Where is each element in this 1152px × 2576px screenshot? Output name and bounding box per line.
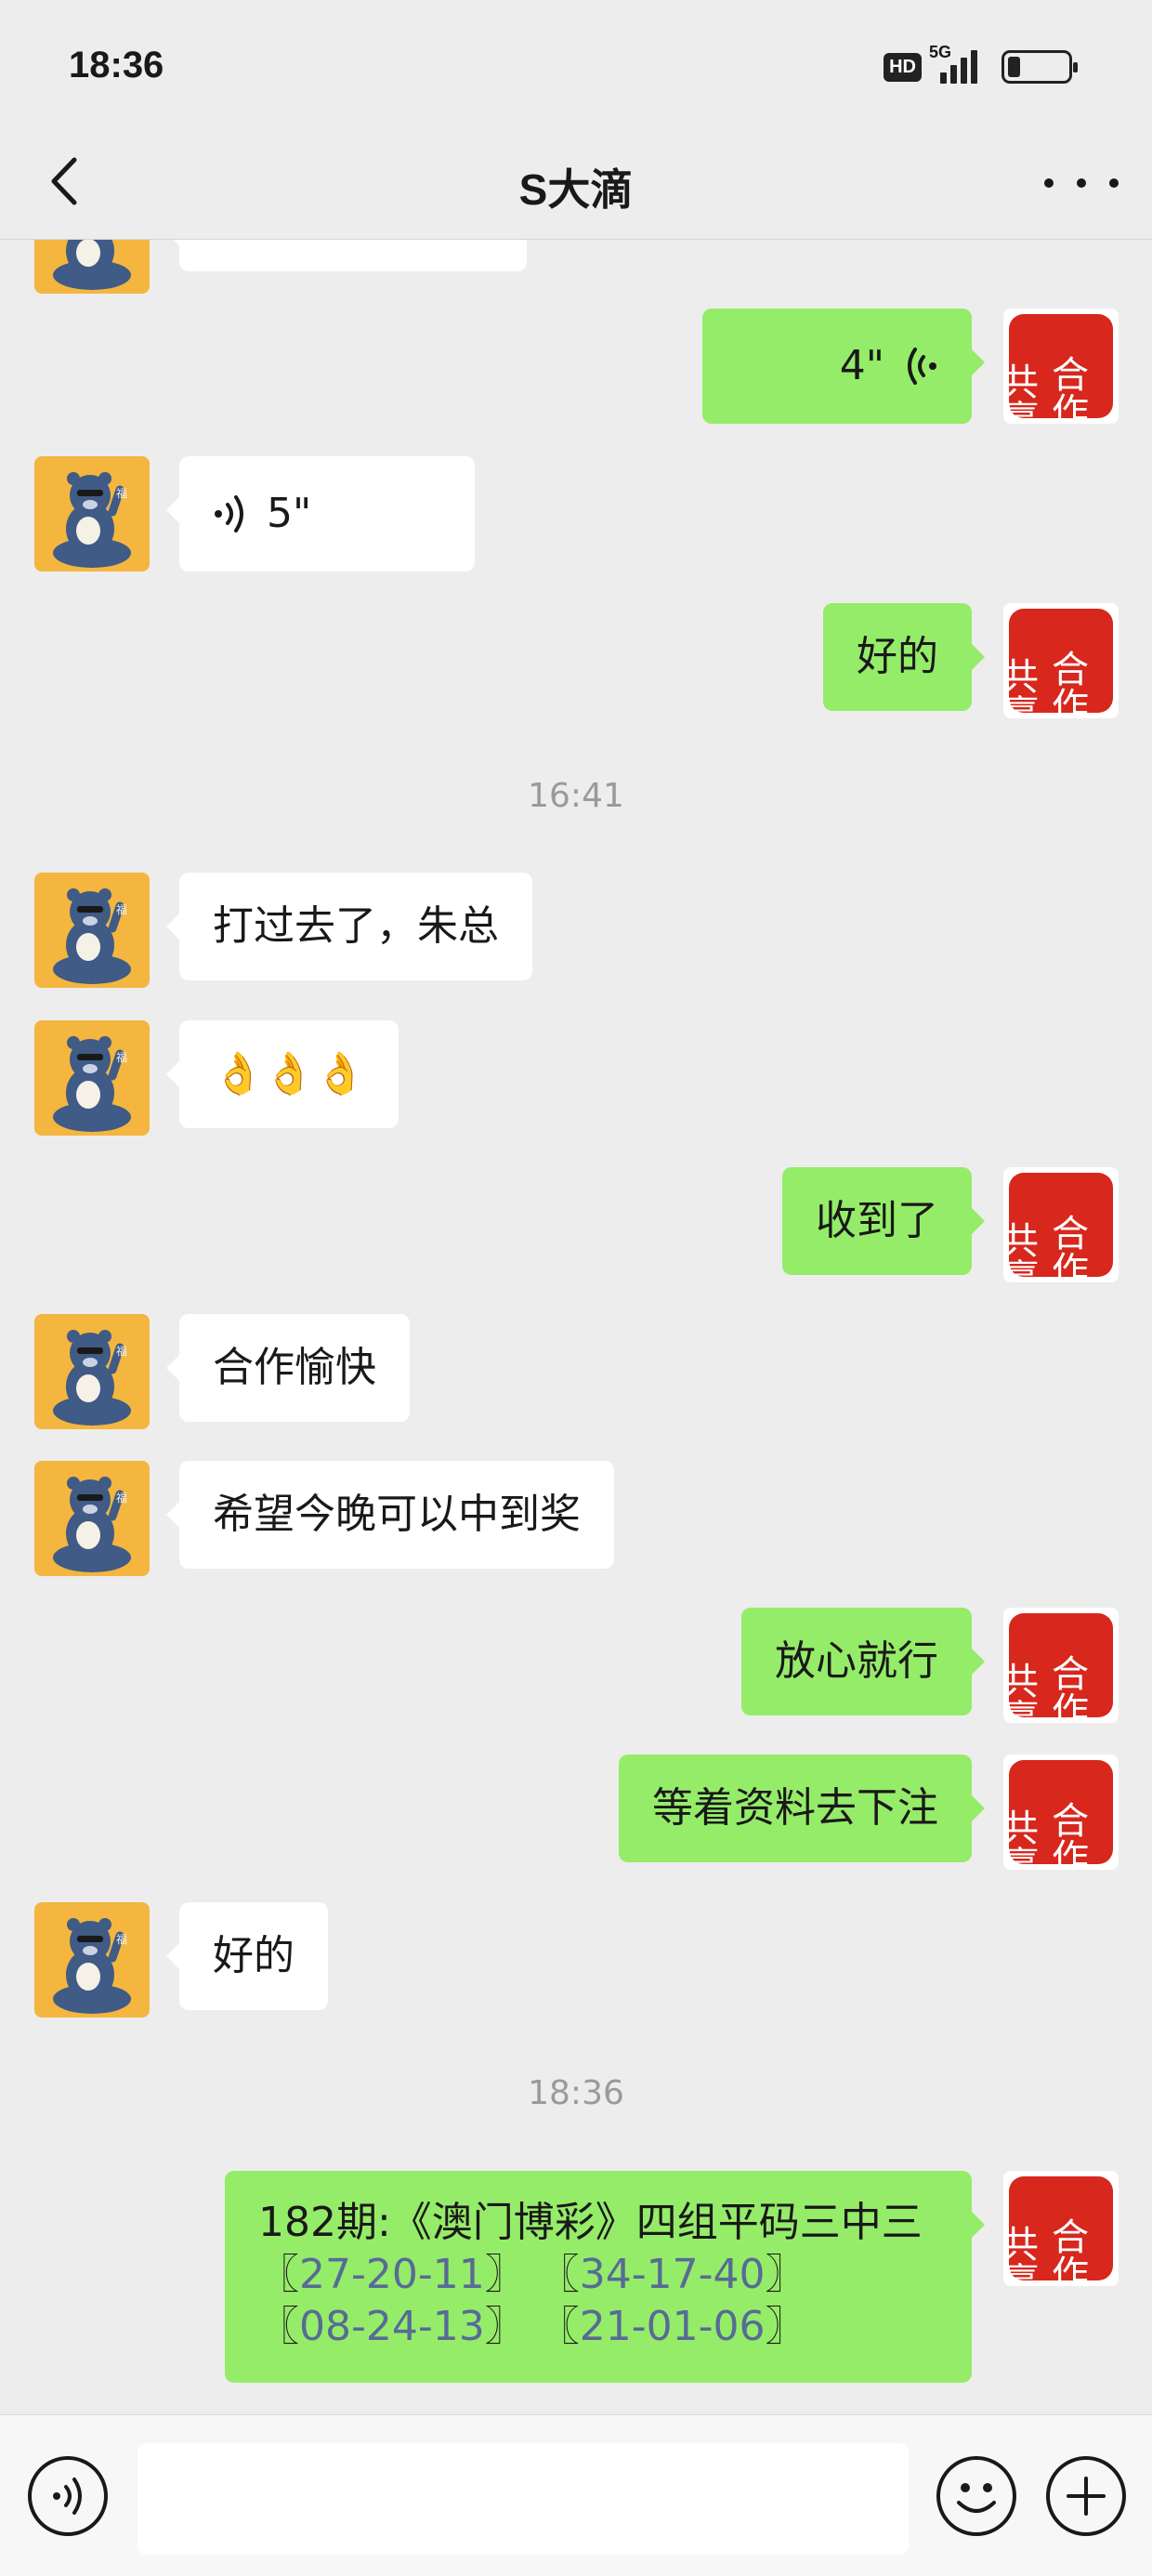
bear-avatar-image: 福: [34, 240, 150, 294]
seal-avatar-image: 共赢 合作: [1003, 2171, 1119, 2286]
self-avatar[interactable]: 共赢 合作: [1003, 309, 1119, 424]
svg-text:福: 福: [116, 1050, 127, 1064]
contact-avatar[interactable]: 福: [34, 240, 150, 294]
svg-text:共赢: 共赢: [1003, 1808, 1038, 1870]
voice-wave-icon: [908, 348, 936, 385]
input-bar: [0, 2414, 1152, 2576]
bear-avatar-image: 福: [34, 1020, 150, 1136]
contact-avatar[interactable]: 福: [34, 1020, 150, 1136]
svg-text:共赢: 共赢: [1003, 657, 1038, 718]
emoji-button[interactable]: [936, 2456, 1016, 2536]
voice-wave-icon: [215, 495, 243, 532]
status-icons: HD 5G: [884, 43, 1078, 87]
text-message-bubble[interactable]: 等着资料去下注: [619, 1755, 985, 1862]
bear-avatar-image: 福: [34, 456, 150, 572]
bear-avatar-image: 福: [34, 1902, 150, 2017]
number-group-link[interactable]: 21-01-06: [580, 2303, 766, 2350]
message-bubble-partial[interactable]: [166, 240, 527, 271]
plus-button[interactable]: [1046, 2456, 1126, 2536]
text-message-bubble[interactable]: 合作愉快: [166, 1314, 410, 1422]
svg-text:福: 福: [116, 486, 127, 500]
svg-text:合作: 合作: [1045, 2217, 1088, 2286]
seal-avatar-image: 共赢 合作: [1003, 603, 1119, 718]
number-group-link[interactable]: 27-20-11: [299, 2251, 485, 2298]
contact-avatar[interactable]: 福: [34, 1902, 150, 2017]
network-label: 5G: [929, 43, 952, 61]
voice-message-bubble[interactable]: 5": [166, 456, 475, 572]
battery-level: [1008, 57, 1020, 77]
seal-avatar-image: 共赢 合作: [1003, 1167, 1119, 1282]
self-avatar[interactable]: 共赢 合作: [1003, 2171, 1119, 2286]
svg-text:福: 福: [116, 1344, 127, 1358]
seal-avatar-image: 共赢 合作: [1003, 1608, 1119, 1723]
voice-duration: 4": [839, 342, 884, 389]
svg-text:合作: 合作: [1045, 1214, 1088, 1282]
svg-text:合作: 合作: [1045, 1654, 1088, 1723]
message-line: 182期:《澳门博彩》四组平码三中三: [258, 2199, 923, 2246]
status-time: 18:36: [69, 45, 164, 85]
battery-icon: [1001, 50, 1078, 84]
more-button[interactable]: [1044, 160, 1119, 206]
self-avatar[interactable]: 共赢 合作: [1003, 1755, 1119, 1870]
number-group-link[interactable]: 08-24-13: [299, 2303, 485, 2350]
bear-avatar-image: 福: [34, 1314, 150, 1429]
svg-text:共赢: 共赢: [1003, 2225, 1038, 2286]
self-avatar[interactable]: 共赢 合作: [1003, 1608, 1119, 1723]
smile-face-icon: [957, 2483, 996, 2513]
self-avatar[interactable]: 共赢 合作: [1003, 1167, 1119, 1282]
svg-text:福: 福: [116, 902, 127, 916]
svg-text:福: 福: [116, 1491, 127, 1505]
message-input[interactable]: [137, 2443, 909, 2555]
self-avatar[interactable]: 共赢 合作: [1003, 603, 1119, 718]
contact-avatar[interactable]: 福: [34, 1314, 150, 1429]
timestamp: 18:36: [528, 2074, 624, 2112]
signal-icon: 5G: [929, 43, 977, 84]
message-list[interactable]: 福 4" 共赢 合作 福: [0, 240, 1152, 2414]
text-message-bubble[interactable]: 182期:《澳门博彩》四组平码三中三 〖27-20-11〗 〖34-17-40〗…: [225, 2171, 985, 2383]
bear-avatar-image: 福: [34, 1461, 150, 1576]
contact-avatar[interactable]: 福: [34, 456, 150, 572]
svg-text:共赢: 共赢: [1003, 362, 1038, 424]
plus-circle-icon: [1067, 2477, 1106, 2516]
contact-avatar[interactable]: 福: [34, 1461, 150, 1576]
voice-duration: 5": [267, 490, 312, 537]
voice-message-bubble[interactable]: 4": [702, 309, 985, 424]
text-message-bubble[interactable]: 放心就行: [741, 1608, 985, 1715]
message-line: 〖08-24-13〗 〖21-01-06〗: [258, 2303, 806, 2350]
voice-wave-icon: [53, 2477, 82, 2515]
status-bar: 18:36 HD 5G: [0, 0, 1152, 130]
text-message-bubble[interactable]: 收到了: [782, 1167, 985, 1275]
svg-text:福: 福: [116, 1932, 127, 1946]
svg-text:共赢: 共赢: [1003, 1662, 1038, 1723]
text-message-bubble[interactable]: 好的: [823, 603, 985, 711]
svg-text:合作: 合作: [1045, 650, 1088, 718]
voice-input-button[interactable]: [28, 2456, 108, 2536]
more-dots-icon: [1044, 178, 1054, 188]
seal-avatar-image: 共赢 合作: [1003, 309, 1119, 424]
chat-header: S大滴: [0, 130, 1152, 240]
number-group-link[interactable]: 34-17-40: [580, 2251, 766, 2298]
svg-text:合作: 合作: [1045, 355, 1088, 424]
timestamp: 16:41: [528, 777, 624, 815]
hd-badge: HD: [884, 52, 922, 82]
text-message-bubble[interactable]: 打过去了，朱总: [166, 873, 532, 980]
text-message-bubble[interactable]: 好的: [166, 1902, 328, 2010]
bear-avatar-image: 福: [34, 873, 150, 988]
text-message-bubble[interactable]: 希望今晚可以中到奖: [166, 1461, 614, 1569]
svg-text:共赢: 共赢: [1003, 1221, 1038, 1282]
seal-avatar-image: 共赢 合作: [1003, 1755, 1119, 1870]
chat-title: S大滴: [518, 165, 634, 214]
contact-avatar[interactable]: 福: [34, 873, 150, 988]
text-message-bubble[interactable]: 👌👌👌: [165, 1020, 399, 1128]
message-line: 〖27-20-11〗 〖34-17-40〗: [258, 2251, 806, 2298]
svg-text:合作: 合作: [1045, 1801, 1088, 1870]
